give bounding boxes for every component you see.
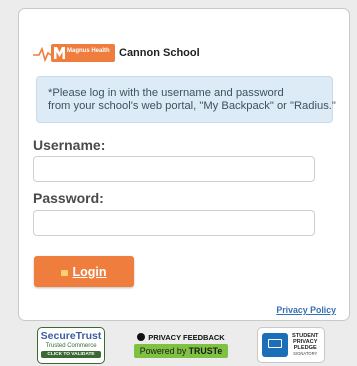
pledge-line-1: STUDENT: [292, 332, 319, 339]
truste-powered-by: Powered by: [139, 346, 189, 356]
truste-brand: TRUSTe: [188, 346, 223, 356]
securetrust-subtitle: Trusted Commerce: [45, 343, 97, 349]
trust-badges: SecureTrust Trusted Commerce CLICK TO VA…: [0, 327, 357, 366]
username-label: Username:: [33, 137, 106, 153]
student-privacy-pledge-badge[interactable]: STUDENT PRIVACY PLEDGE SIGNATORY: [257, 327, 325, 363]
securetrust-title: SecureTrust: [40, 330, 102, 342]
truste-bottom-bar: Powered by TRUSTe: [134, 344, 228, 358]
speech-bubble-icon: [137, 333, 146, 341]
logo-text: Magnus Health: [67, 48, 110, 54]
magnus-health-logo: Magnus Health: [33, 42, 115, 64]
securetrust-cta: CLICK TO VALIDATE: [41, 351, 101, 358]
school-name: Cannon School: [119, 47, 200, 59]
username-input[interactable]: [33, 156, 315, 182]
login-button[interactable]: Login: [34, 256, 134, 287]
notice-line-2: from your school's web portal, "My Backp…: [48, 100, 336, 112]
login-notice: *Please log in with the username and pas…: [36, 76, 336, 123]
truste-badge[interactable]: PRIVACY FEEDBACK Powered by TRUSTe: [134, 331, 228, 358]
truste-top-text: PRIVACY FEEDBACK: [148, 332, 225, 342]
password-input[interactable]: [33, 210, 315, 236]
pledge-line-4: SIGNATORY: [293, 351, 318, 357]
privacy-policy-link[interactable]: Privacy Policy: [276, 305, 336, 315]
lock-icon: [61, 269, 69, 276]
brand-header: Magnus Health Cannon School: [33, 42, 200, 64]
securetrust-badge[interactable]: SecureTrust Trusted Commerce CLICK TO VA…: [37, 327, 105, 364]
notice-line-1: *Please log in with the username and pas…: [48, 87, 284, 99]
laptop-icon: [262, 333, 288, 357]
login-card: Magnus Health Cannon School *Please log …: [18, 8, 350, 321]
login-button-label: Login: [72, 264, 107, 279]
password-label: Password:: [33, 190, 104, 206]
